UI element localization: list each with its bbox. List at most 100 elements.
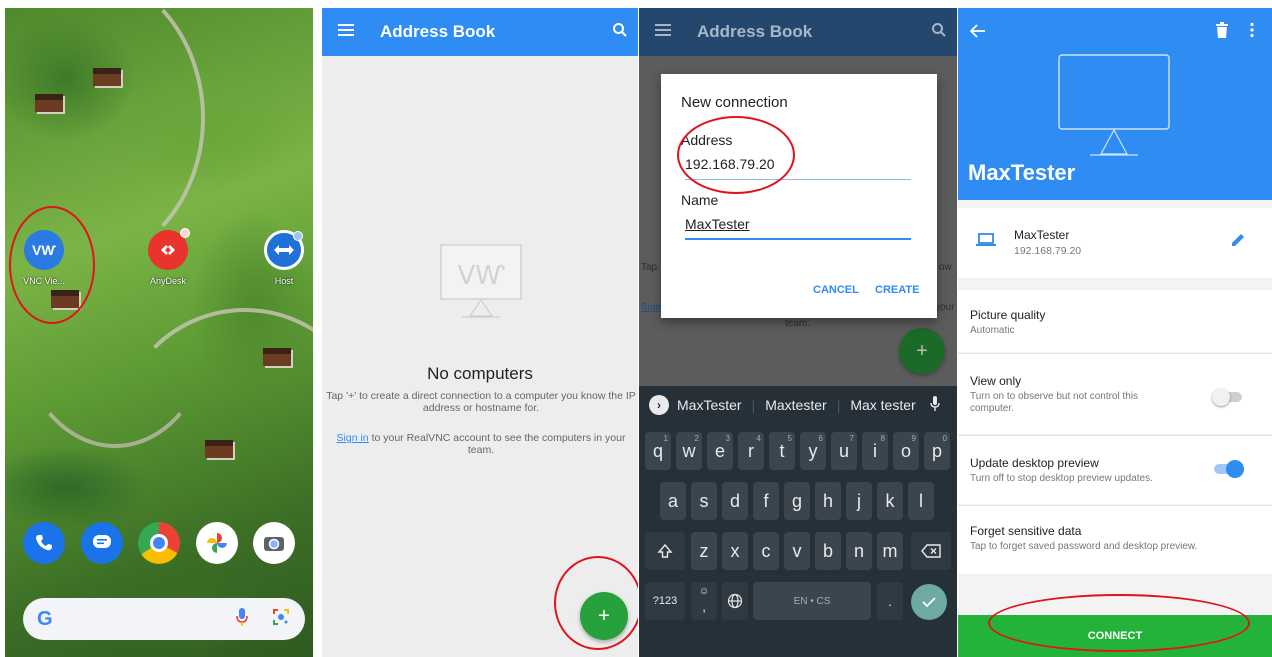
key-y[interactable]: y6 xyxy=(800,432,826,470)
backspace-key[interactable] xyxy=(911,532,951,570)
suggestion[interactable]: MaxTester xyxy=(677,397,742,413)
key-z[interactable]: z xyxy=(691,532,717,570)
search-icon[interactable] xyxy=(612,22,628,43)
key-s[interactable]: s xyxy=(691,482,717,520)
app-bar-dimmed: Address Book xyxy=(639,8,957,56)
anydesk-app[interactable]: AnyDesk xyxy=(133,228,203,286)
key-a[interactable]: a xyxy=(660,482,686,520)
key-x[interactable]: x xyxy=(722,532,748,570)
picture-quality-value: Automatic xyxy=(970,325,1015,336)
bg-text-your: your xyxy=(935,302,955,313)
messages-icon[interactable] xyxy=(80,522,123,564)
shift-key[interactable] xyxy=(645,532,685,570)
view-only-row[interactable]: View only Turn on to observe but not con… xyxy=(958,354,1272,434)
forget-data-row[interactable]: Forget sensitive data Tap to forget save… xyxy=(958,506,1272,574)
key-w[interactable]: w2 xyxy=(676,432,702,470)
photos-icon[interactable] xyxy=(195,522,238,564)
key-c[interactable]: c xyxy=(753,532,779,570)
view-only-toggle[interactable] xyxy=(1212,388,1242,406)
microphone-icon[interactable] xyxy=(235,607,249,632)
add-connection-button-dimmed: + xyxy=(899,328,945,374)
forget-data-label: Forget sensitive data xyxy=(970,524,1082,538)
wallpaper-house xyxy=(205,440,233,458)
suggestion[interactable]: Max tester xyxy=(850,397,915,413)
key-f[interactable]: f xyxy=(753,482,779,520)
app-label: AnyDesk xyxy=(149,276,186,286)
bg-text-team: team. xyxy=(785,318,811,329)
key-t[interactable]: t5 xyxy=(769,432,795,470)
space-bar[interactable]: EN • CS xyxy=(753,582,871,620)
keyboard: › MaxTester | Maxtester | Max tester q1 … xyxy=(639,386,957,657)
key-v[interactable]: v xyxy=(784,532,810,570)
key-j[interactable]: j xyxy=(846,482,872,520)
chrome-icon[interactable] xyxy=(138,522,180,564)
computer-entry-row[interactable]: MaxTester 192.168.79.20 xyxy=(958,208,1272,278)
sign-in-link[interactable]: Sign in xyxy=(337,432,369,444)
key-o[interactable]: o9 xyxy=(893,432,919,470)
laptop-icon xyxy=(976,232,996,253)
emoji-comma-key[interactable]: ☺ , xyxy=(691,582,717,620)
trash-icon[interactable] xyxy=(1216,22,1228,43)
wallpaper-house xyxy=(93,68,121,86)
key-m[interactable]: m xyxy=(877,532,903,570)
annotation-circle xyxy=(677,116,795,194)
update-preview-row[interactable]: Update desktop preview Turn off to stop … xyxy=(958,436,1272,504)
page-title: Address Book xyxy=(380,22,496,41)
annotation-circle xyxy=(988,594,1250,652)
camera-icon[interactable] xyxy=(253,522,295,564)
view-only-subtitle: Turn on to observe but not control this … xyxy=(970,391,1139,414)
update-preview-toggle[interactable] xyxy=(1214,460,1244,478)
menu-icon[interactable] xyxy=(338,23,354,42)
update-preview-label: Update desktop preview xyxy=(970,456,1099,470)
period-key[interactable]: . xyxy=(877,582,903,620)
home-screen: VⱲ VNC Vie... AnyDesk Host G xyxy=(5,8,313,657)
key-n[interactable]: n xyxy=(846,532,872,570)
key-l[interactable]: l xyxy=(908,482,934,520)
cancel-button[interactable]: CANCEL xyxy=(813,284,859,296)
back-arrow-icon[interactable] xyxy=(969,24,986,43)
entry-address: 192.168.79.20 xyxy=(1014,245,1082,257)
app-bar: Address Book xyxy=(322,8,638,56)
sign-in-text: Sign in to your RealVNC account to see t… xyxy=(324,432,638,456)
expand-suggestions-icon[interactable]: › xyxy=(649,395,669,415)
more-options-icon[interactable] xyxy=(1250,22,1254,43)
empty-state-text: Tap '+' to create a direct connection to… xyxy=(326,390,636,414)
wallpaper-house xyxy=(35,94,63,112)
key-q[interactable]: q1 xyxy=(645,432,671,470)
language-globe-key[interactable] xyxy=(722,582,748,620)
key-b[interactable]: b xyxy=(815,532,841,570)
key-r[interactable]: r4 xyxy=(738,432,764,470)
key-d[interactable]: d xyxy=(722,482,748,520)
app-label: Host xyxy=(274,276,294,286)
bg-sign-link: Sign xyxy=(641,302,662,313)
key-e[interactable]: e3 xyxy=(707,432,733,470)
teamviewer-host-app[interactable]: Host xyxy=(249,230,313,286)
svg-text:VⱲ: VⱲ xyxy=(457,261,505,291)
google-search-bar[interactable]: G xyxy=(23,598,305,640)
key-k[interactable]: k xyxy=(877,482,903,520)
address-book-screen: Address Book VⱲ No computers Tap '+' to … xyxy=(322,8,638,657)
desktop-preview xyxy=(1058,54,1170,158)
key-h[interactable]: h xyxy=(815,482,841,520)
symbols-key[interactable]: ?123 xyxy=(645,582,685,620)
empty-computer-illustration: VⱲ xyxy=(440,244,522,320)
edit-pencil-icon[interactable] xyxy=(1230,232,1246,253)
enter-key[interactable] xyxy=(911,584,947,620)
view-only-label: View only xyxy=(970,374,1022,388)
key-p[interactable]: p0 xyxy=(924,432,950,470)
search-icon xyxy=(931,22,947,43)
key-i[interactable]: i8 xyxy=(862,432,888,470)
picture-quality-row[interactable]: Picture quality Automatic xyxy=(958,290,1272,352)
name-field[interactable]: MaxTester xyxy=(685,216,911,240)
key-g[interactable]: g xyxy=(784,482,810,520)
microphone-icon[interactable] xyxy=(929,395,940,415)
suggestion[interactable]: Maxtester xyxy=(765,397,826,413)
google-lens-icon[interactable] xyxy=(271,607,291,632)
empty-state-title: No computers xyxy=(427,364,533,383)
new-connection-screen: Address Book Tap ow Sign your team. + Ne… xyxy=(639,8,957,657)
create-button[interactable]: CREATE xyxy=(875,284,919,296)
google-logo-icon: G xyxy=(37,607,53,630)
key-u[interactable]: u7 xyxy=(831,432,857,470)
app-dock xyxy=(23,522,295,564)
phone-icon[interactable] xyxy=(23,522,65,564)
